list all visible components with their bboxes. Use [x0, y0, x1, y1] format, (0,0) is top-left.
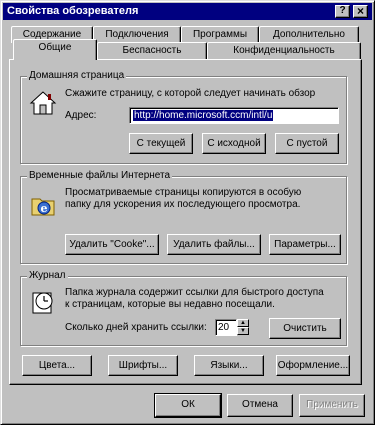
- spinner-up-icon[interactable]: ▲: [237, 319, 249, 327]
- tab-panel-general: Домашняя страница Сжажите страницу, с ко…: [9, 59, 362, 385]
- home-page-description: Сжажите страницу, с которой следует начи…: [65, 88, 316, 99]
- temp-files-group: Временные файлы Интернета e Просматривае…: [20, 170, 347, 264]
- delete-cookies-button[interactable]: Удалить "Cooke"...: [65, 234, 159, 255]
- ie-temp-files-icon: e: [31, 198, 55, 216]
- accessibility-button[interactable]: Оформление...: [276, 355, 350, 376]
- title-bar[interactable]: Свойства обозревателя ? ×: [3, 3, 372, 20]
- history-description-1: Папка журнала содержит ссылки для быстро…: [65, 287, 324, 298]
- address-value: http://home.microsoft.ccm/intl/u: [133, 110, 274, 121]
- tab-privacy[interactable]: Конфиденциальность: [207, 42, 361, 59]
- temp-files-legend: Временные файлы Интернета: [27, 170, 173, 181]
- tab-security[interactable]: Беспасность: [97, 42, 207, 59]
- delete-files-button[interactable]: Удалить файлы...: [167, 234, 261, 255]
- history-legend: Журнал: [27, 270, 68, 281]
- tab-general[interactable]: Общие: [13, 39, 97, 60]
- fonts-button[interactable]: Шрифты...: [108, 355, 178, 376]
- use-default-button[interactable]: С исходной: [202, 133, 266, 154]
- tab-programs[interactable]: Программы: [181, 26, 259, 43]
- spinner-down-icon[interactable]: ▼: [237, 327, 249, 335]
- close-icon[interactable]: ×: [353, 5, 368, 18]
- home-page-icon: [29, 91, 57, 115]
- temp-settings-button[interactable]: Параметры...: [269, 234, 341, 255]
- use-current-button[interactable]: С текущей: [129, 133, 193, 154]
- ok-button[interactable]: ОК: [154, 393, 222, 418]
- home-page-group: Домашняя страница Сжажите страницу, с ко…: [20, 70, 347, 164]
- tab-connections[interactable]: Подключения: [93, 26, 181, 43]
- temp-files-description-1: Просматриваемые страницы копируются в ос…: [65, 187, 302, 198]
- temp-files-description-2: папку для ускорения их последующего прос…: [65, 199, 301, 210]
- history-days-label: Сколько дней хранить ссылки:: [65, 322, 207, 333]
- window-title: Свойства обозревателя: [7, 5, 139, 17]
- history-description-2: к страницам, которые вы недавно посещали…: [65, 299, 275, 310]
- internet-options-dialog: Свойства обозревателя ? × Содержание Под…: [0, 0, 375, 425]
- history-clock-icon: [32, 292, 53, 314]
- help-icon[interactable]: ?: [335, 5, 350, 18]
- home-page-legend: Домашняя страница: [27, 70, 127, 81]
- use-blank-button[interactable]: С пустой: [275, 133, 339, 154]
- apply-button[interactable]: Применить: [299, 394, 365, 417]
- address-label: Адрес:: [65, 110, 97, 121]
- tab-advanced[interactable]: Дополнительно: [259, 26, 359, 43]
- colors-button[interactable]: Цвета...: [22, 355, 92, 376]
- history-group: Журнал Папка журнала содержит ссылки для…: [20, 270, 347, 346]
- clear-history-button[interactable]: Очистить: [269, 318, 341, 339]
- cancel-button[interactable]: Отмена: [227, 394, 293, 417]
- history-days-input[interactable]: 20: [215, 319, 237, 336]
- svg-text:e: e: [41, 202, 48, 215]
- languages-button[interactable]: Языки...: [194, 355, 264, 376]
- address-input[interactable]: http://home.microsoft.ccm/intl/u: [129, 107, 339, 124]
